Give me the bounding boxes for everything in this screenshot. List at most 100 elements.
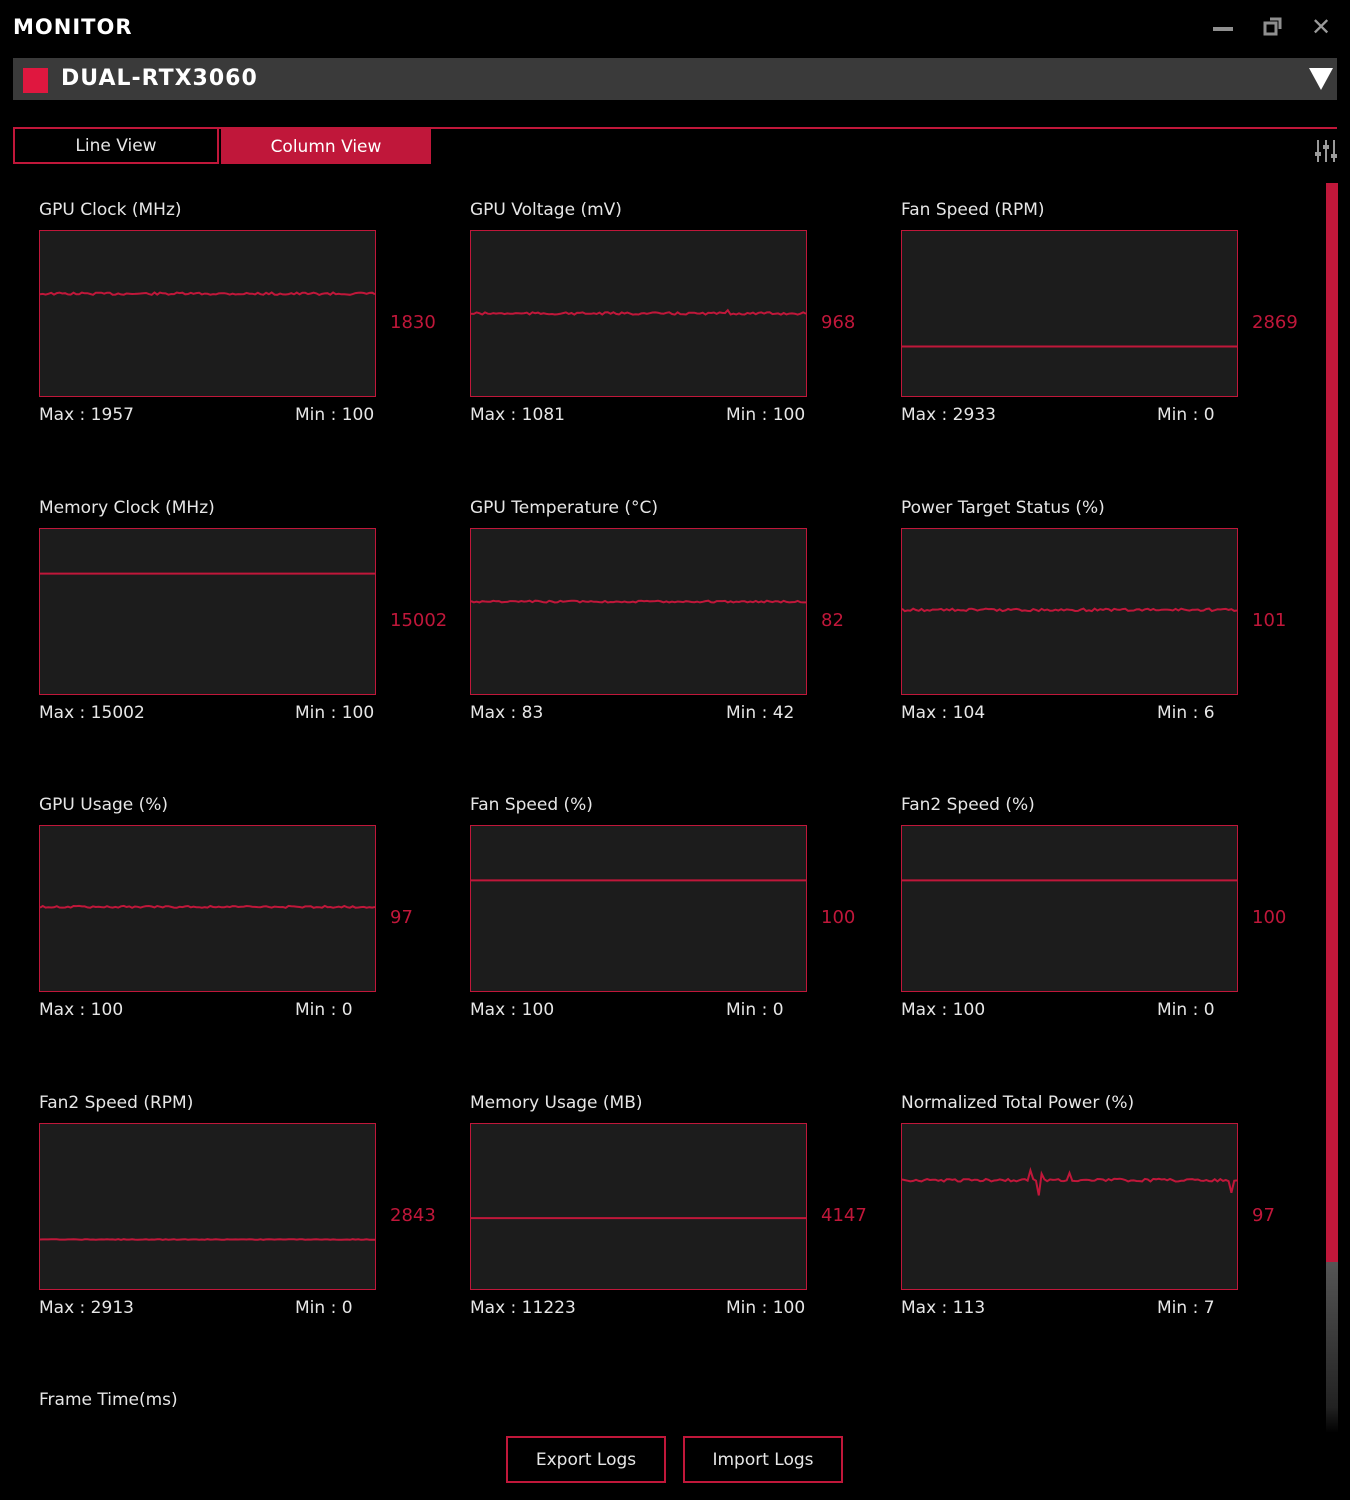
- min-value: Min : 42: [726, 703, 795, 723]
- frame-time-title: Frame Time(ms): [39, 1390, 178, 1410]
- current-value: 100: [1252, 907, 1287, 928]
- current-value: 2843: [390, 1205, 436, 1226]
- sensor-plot: [470, 528, 807, 695]
- max-value: Max : 15002: [39, 703, 145, 723]
- sensor-trace-line: [902, 1166, 1237, 1196]
- sensor-trace-svg: [471, 1217, 806, 1220]
- card-title: GPU Usage (%): [39, 795, 169, 815]
- sensor-trace-svg: [902, 1166, 1237, 1196]
- sensor-plot: [901, 1123, 1238, 1290]
- sensor-trace-svg: [471, 308, 806, 316]
- export-logs-button[interactable]: Export Logs: [506, 1436, 666, 1483]
- current-value: 1830: [390, 312, 436, 333]
- current-value: 100: [821, 907, 856, 928]
- min-value: Min : 100: [295, 405, 375, 425]
- card-title: Fan2 Speed (%): [901, 795, 1035, 815]
- sensor-plot: [470, 230, 807, 397]
- card-title: Fan Speed (RPM): [901, 200, 1045, 220]
- scrollbar-thumb[interactable]: [1326, 1262, 1338, 1433]
- sensor-trace-svg: [902, 879, 1237, 882]
- tab-line-view[interactable]: Line View: [13, 129, 219, 164]
- max-value: Max : 11223: [470, 1298, 576, 1318]
- sensor-trace-svg: [902, 607, 1237, 613]
- monitor-card: Fan Speed (RPM) 2869 Max : 2933 Min : 0: [901, 200, 1321, 450]
- card-title: GPU Voltage (mV): [470, 200, 622, 220]
- tab-column-view[interactable]: Column View: [221, 129, 431, 164]
- max-value: Max : 83: [470, 703, 544, 723]
- min-value: Min : 100: [295, 703, 375, 723]
- max-value: Max : 113: [901, 1298, 986, 1318]
- max-value: Max : 104: [901, 703, 986, 723]
- card-title: Normalized Total Power (%): [901, 1093, 1135, 1113]
- device-selector[interactable]: DUAL-RTX3060: [13, 58, 1337, 100]
- monitor-card: Memory Usage (MB) 4147 Max : 11223 Min : 10…: [470, 1093, 890, 1343]
- sensor-plot: [470, 1123, 807, 1290]
- current-value: 97: [390, 907, 413, 928]
- min-value: Min : 100: [726, 1298, 806, 1318]
- chevron-down-icon[interactable]: [1309, 68, 1333, 90]
- max-value: Max : 2933: [901, 405, 996, 425]
- sensor-trace-line: [40, 1238, 375, 1241]
- min-value: Min : 100: [726, 405, 806, 425]
- sensor-trace-line: [902, 607, 1237, 613]
- sensor-plot: [470, 825, 807, 992]
- sensor-plot: [39, 825, 376, 992]
- card-title: Fan Speed (%): [470, 795, 593, 815]
- close-icon[interactable]: ✕: [1308, 13, 1334, 41]
- min-value: Min : 7: [1157, 1298, 1215, 1318]
- sliders-icon[interactable]: [1314, 138, 1338, 164]
- monitor-card: GPU Temperature (°C) 82 Max : 83 Min : 42: [470, 498, 890, 748]
- scrollbar-track[interactable]: [1326, 183, 1338, 1433]
- device-name: DUAL-RTX3060: [61, 66, 258, 91]
- max-value: Max : 1957: [39, 405, 134, 425]
- current-value: 968: [821, 312, 856, 333]
- card-title: Power Target Status (%): [901, 498, 1105, 518]
- monitor-card: Fan2 Speed (RPM) 2843 Max : 2913 Min : 0: [39, 1093, 459, 1343]
- sensor-trace-line: [40, 291, 375, 296]
- current-value: 101: [1252, 610, 1287, 631]
- sensor-trace-svg: [40, 904, 375, 909]
- min-value: Min : 0: [295, 1000, 353, 1020]
- sensor-trace-svg: [471, 879, 806, 882]
- sensor-plot: [901, 825, 1238, 992]
- minimize-icon[interactable]: [1210, 14, 1236, 40]
- sensor-plot: [901, 230, 1238, 397]
- monitor-card: Normalized Total Power (%) 97 Max : 113 Min…: [901, 1093, 1321, 1343]
- monitor-card: GPU Voltage (mV) 968 Max : 1081 Min : 100: [470, 200, 890, 450]
- title-bar: MONITOR ✕: [0, 0, 1350, 56]
- current-value: 97: [1252, 1205, 1275, 1226]
- current-value: 82: [821, 610, 844, 631]
- sensor-trace-line: [471, 599, 806, 604]
- monitor-card: Fan2 Speed (%) 100 Max : 100 Min : 0: [901, 795, 1321, 1045]
- import-logs-button[interactable]: Import Logs: [683, 1436, 843, 1483]
- sensor-plot: [39, 1123, 376, 1290]
- monitor-card: GPU Usage (%) 97 Max : 100 Min : 0: [39, 795, 459, 1045]
- card-title: Memory Usage (MB): [470, 1093, 643, 1113]
- current-value: 4147: [821, 1205, 867, 1226]
- sensor-trace-svg: [40, 1238, 375, 1241]
- min-value: Min : 0: [1157, 1000, 1215, 1020]
- min-value: Min : 6: [1157, 703, 1215, 723]
- sensor-trace-svg: [40, 291, 375, 296]
- device-color-square: [23, 68, 48, 93]
- monitor-card: Memory Clock (MHz) 15002 Max : 15002 Min : …: [39, 498, 459, 748]
- min-value: Min : 0: [1157, 405, 1215, 425]
- app-title: MONITOR: [13, 15, 133, 39]
- card-title: GPU Temperature (°C): [470, 498, 658, 518]
- sensor-trace-line: [40, 904, 375, 909]
- max-value: Max : 1081: [470, 405, 565, 425]
- max-value: Max : 2913: [39, 1298, 134, 1318]
- max-value: Max : 100: [470, 1000, 555, 1020]
- sensor-trace-svg: [40, 572, 375, 575]
- min-value: Min : 0: [726, 1000, 784, 1020]
- card-title: Fan2 Speed (RPM): [39, 1093, 194, 1113]
- sensor-trace-svg: [902, 345, 1237, 348]
- monitor-card: Power Target Status (%) 101 Max : 104 Min :…: [901, 498, 1321, 748]
- monitor-card: Fan Speed (%) 100 Max : 100 Min : 0: [470, 795, 890, 1045]
- sensor-trace-svg: [471, 599, 806, 604]
- min-value: Min : 0: [295, 1298, 353, 1318]
- monitor-card: GPU Clock (MHz) 1830 Max : 1957 Min : 100: [39, 200, 459, 450]
- sensor-trace-line: [471, 308, 806, 316]
- restore-icon[interactable]: [1260, 14, 1286, 40]
- max-value: Max : 100: [39, 1000, 124, 1020]
